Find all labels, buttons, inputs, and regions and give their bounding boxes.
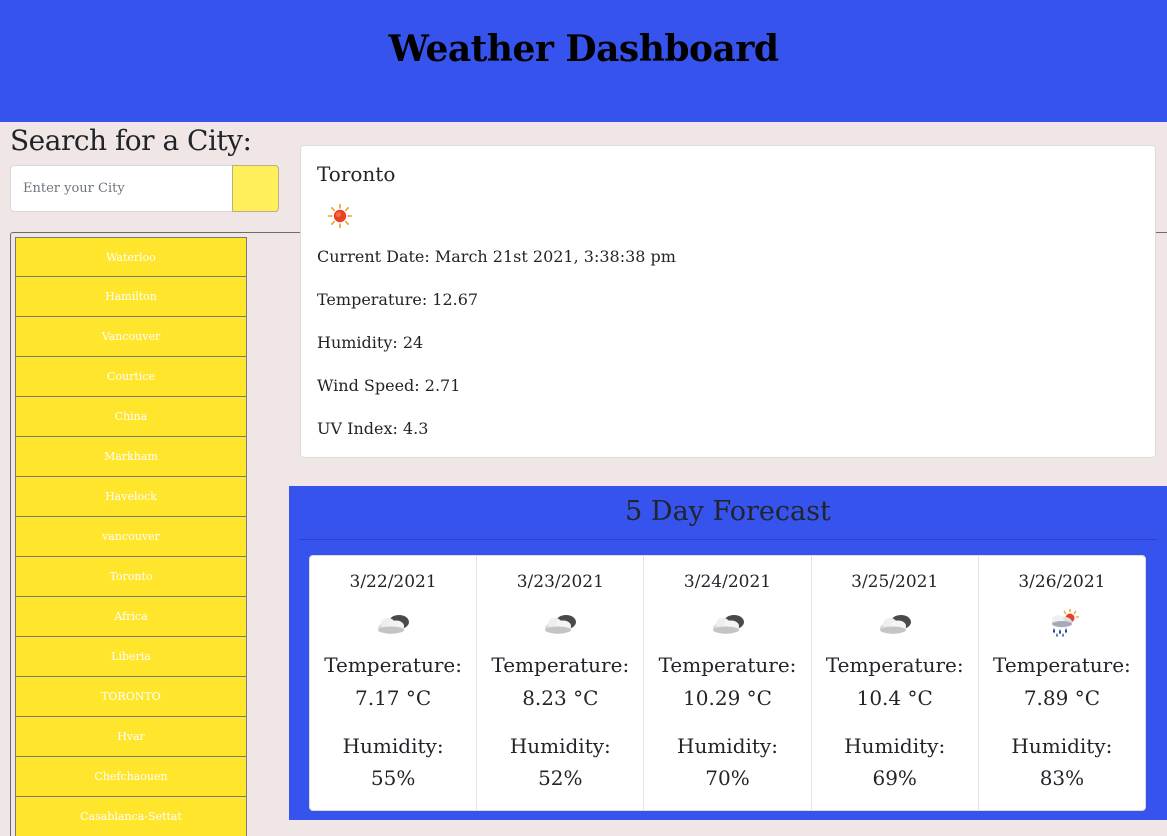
forecast-humidity-label: Humidity:	[844, 734, 946, 758]
history-city-button[interactable]: Courtice	[15, 357, 247, 397]
forecast-date: 3/24/2021	[683, 572, 772, 592]
history-city-button[interactable]: vancouver	[15, 517, 247, 557]
forecast-date: 3/25/2021	[851, 572, 939, 592]
forecast-day-card: 3/26/2021 Temperature: 7.89 °C Humidity: 83%	[979, 556, 1145, 810]
forecast-day-card: 3/25/2021 Temperature: 10.4 °C Humidity: 69%	[812, 556, 979, 810]
forecast-humidity-value: 52%	[538, 766, 583, 790]
forecast-humidity-label: Humidity:	[1011, 734, 1113, 758]
forecast-panel: 5 Day Forecast 3/22/2021 Temperature: 7.17…	[289, 486, 1167, 820]
forecast-day-card: 3/24/2021 Temperature: 10.29 °C Humidity: 70…	[644, 556, 812, 810]
history-city-button[interactable]: TORONTO	[15, 677, 247, 717]
current-uv-index: UV Index: 4.3	[317, 419, 429, 438]
forecast-date: 3/26/2021	[1018, 572, 1106, 592]
history-city-button[interactable]: Liberia	[15, 637, 247, 677]
forecast-humidity-value: 69%	[872, 766, 917, 790]
forecast-date: 3/23/2021	[516, 572, 604, 592]
forecast-temperature-value: 10.29 °C	[683, 686, 772, 710]
forecast-date: 3/22/2021	[349, 572, 437, 592]
history-city-button[interactable]: Waterloo	[15, 237, 247, 277]
forecast-title: 5 Day Forecast	[299, 496, 1157, 540]
history-city-button[interactable]: Vancouver	[15, 317, 247, 357]
history-city-button[interactable]: Casablanca-Settat	[15, 797, 247, 836]
city-search-input[interactable]	[10, 165, 234, 212]
sunny-icon	[327, 203, 353, 229]
rain-sun-icon	[1051, 609, 1079, 637]
forecast-humidity-value: 83%	[1039, 766, 1085, 790]
forecast-temperature-label: Temperature:	[658, 653, 797, 677]
forecast-day-card: 3/23/2021 Temperature: 8.23 °C Humidity: 52%	[477, 556, 645, 810]
search-button[interactable]	[232, 165, 279, 212]
current-wind-speed: Wind Speed: 2.71	[317, 376, 461, 395]
history-city-button[interactable]: Toronto	[15, 557, 247, 597]
forecast-temperature-label: Temperature:	[324, 653, 462, 677]
forecast-humidity-label: Humidity:	[677, 734, 778, 758]
history-city-button[interactable]: Hamilton	[15, 277, 247, 317]
history-city-button[interactable]: Hvar	[15, 717, 247, 757]
history-city-button[interactable]: Chefchaouen	[15, 757, 247, 797]
search-heading: Search for a City:	[10, 124, 252, 157]
current-date: Current Date: March 21st 2021, 3:38:38 p…	[317, 247, 676, 266]
forecast-temperature-value: 8.23 °C	[522, 686, 599, 710]
forecast-humidity-label: Humidity:	[342, 734, 444, 758]
current-humidity: Humidity: 24	[317, 333, 424, 352]
header-bar: Weather Dashboard	[0, 0, 1167, 122]
forecast-humidity-value: 70%	[705, 766, 750, 790]
forecast-humidity-value: 55%	[370, 766, 416, 790]
history-city-button[interactable]: Africa	[15, 597, 247, 637]
current-weather-card: Toronto Current Date: March 21st 2021, 3…	[300, 145, 1156, 458]
cloudy-icon	[545, 615, 577, 634]
forecast-temperature-label: Temperature:	[825, 653, 964, 677]
forecast-temperature-label: Temperature:	[491, 653, 630, 677]
cloudy-icon	[712, 615, 744, 634]
forecast-temperature-value: 7.89 °C	[1023, 686, 1101, 710]
forecast-humidity-label: Humidity:	[509, 734, 611, 758]
history-city-button[interactable]: Havelock	[15, 477, 247, 517]
page-title: Weather Dashboard	[388, 28, 779, 70]
forecast-temperature-value: 10.4 °C	[856, 686, 933, 710]
search-history-list: Waterloo Hamilton Vancouver Courtice China Ma…	[15, 237, 247, 836]
history-city-button[interactable]: Markham	[15, 437, 247, 477]
current-city-name: Toronto	[317, 162, 396, 186]
history-city-button[interactable]: China	[15, 397, 247, 437]
forecast-temperature-value: 7.17 °C	[355, 686, 432, 710]
forecast-temperature-label: Temperature:	[993, 653, 1131, 677]
current-temperature: Temperature: 12.67	[317, 290, 479, 309]
cloudy-icon	[378, 615, 410, 634]
forecast-day-card: 3/22/2021 Temperature: 7.17 °C Humidity: 55%	[310, 556, 478, 810]
forecast-cards: 3/22/2021 Temperature: 7.17 °C Humidity: 55%…	[309, 555, 1146, 811]
cloudy-icon	[879, 615, 911, 634]
